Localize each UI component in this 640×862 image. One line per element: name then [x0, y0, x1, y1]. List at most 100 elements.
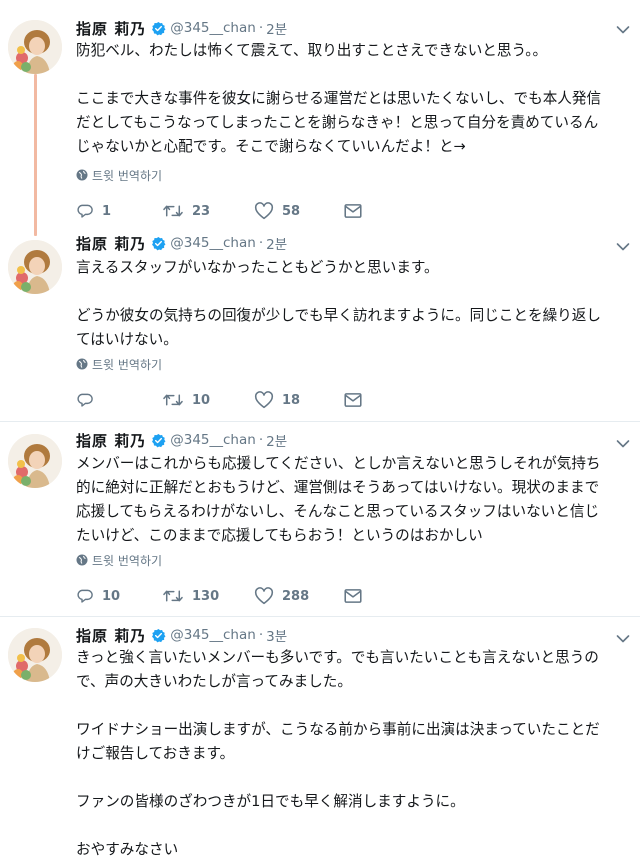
like-button[interactable]: 288 [254, 585, 309, 607]
like-button[interactable]: 58 [254, 200, 300, 222]
retweet-count: 10 [192, 392, 211, 408]
display-name[interactable]: 指原 莉乃 [76, 18, 146, 39]
handle[interactable]: @345__chan [170, 627, 256, 643]
globe-icon [76, 358, 88, 370]
tweet-text-line: 防犯ベル、わたしは怖くて震えて、取り出すことさえできないと思う。。 [76, 42, 548, 59]
avatar-image [8, 434, 62, 488]
timestamp[interactable]: 2분 [266, 430, 287, 450]
translate-label: 트윗 번역하기 [92, 357, 163, 372]
envelope-icon [344, 589, 362, 603]
avatar[interactable] [8, 628, 62, 682]
globe-icon [76, 169, 88, 181]
retweet-icon [163, 590, 183, 602]
tweet-text-line: きっと強く言いたいメンバーも多いです。でも言いたいことも言えないと思うの [76, 649, 599, 666]
chevron-down-icon[interactable] [616, 634, 630, 644]
chevron-down-icon[interactable] [616, 242, 630, 252]
translate-label: 트윗 번역하기 [92, 168, 163, 183]
like-button[interactable]: 18 [254, 389, 300, 411]
timestamp[interactable]: 2분 [266, 233, 287, 253]
retweet-count: 130 [192, 588, 220, 604]
tweet-text: きっと強く言いたいメンバーも多いです。でも言いたいことも言えないと思うの で、声… [76, 646, 636, 862]
separator-dot: · [258, 627, 264, 643]
tweet-actions: 10 130 288 [76, 585, 376, 607]
avatar-image [8, 20, 62, 74]
retweet-button[interactable]: 10 [162, 389, 210, 411]
verified-badge-icon [152, 236, 166, 250]
tweet[interactable]: 指原 莉乃 @345__chan · 2분 言えるスタッフがいなかったこともどう… [0, 232, 640, 428]
retweet-button[interactable]: 23 [162, 200, 210, 222]
retweet-icon [163, 394, 183, 406]
reply-icon [77, 204, 93, 218]
avatar[interactable] [8, 434, 62, 488]
chevron-down-icon[interactable] [616, 25, 630, 35]
tweet-text-line: メンバーはこれからも応援してください、としか言えないと思うしそれが気持ち [76, 455, 601, 472]
translate-tweet-link[interactable]: 트윗 번역하기 [76, 552, 162, 568]
translate-tweet-link[interactable]: 트윗 번역하기 [76, 167, 162, 183]
tweet-header: 指原 莉乃 @345__chan · 3분 [76, 624, 600, 646]
reply-icon [77, 393, 93, 407]
translate-tweet-link[interactable]: 트윗 번역하기 [76, 356, 162, 372]
tweet-header: 指原 莉乃 @345__chan · 2분 [76, 17, 600, 39]
display-name[interactable]: 指原 莉乃 [76, 233, 146, 254]
tweet[interactable]: 指原 莉乃 @345__chan · 2분 メンバーはこれからも応援してください… [0, 428, 640, 616]
avatar[interactable] [8, 240, 62, 294]
tweet-text: メンバーはこれからも応援してください、としか言えないと思うしそれが気持ち 的に絶… [76, 452, 636, 548]
reply-count: 1 [102, 203, 112, 219]
like-count: 18 [282, 392, 301, 408]
separator-dot: · [258, 20, 264, 36]
display-name[interactable]: 指原 莉乃 [76, 430, 146, 451]
tweet-actions: 1 23 58 [76, 200, 376, 222]
handle[interactable]: @345__chan [170, 432, 256, 448]
tweet-text-line: 言えるスタッフがいなかったこともどうかと思います。 [76, 259, 439, 276]
reply-button[interactable] [76, 389, 102, 411]
tweet-text-line: じゃないかと心配です。そこで謝らなくていいんだよ！と→ [76, 138, 466, 155]
chevron-down-icon[interactable] [616, 439, 630, 449]
heart-icon [254, 587, 274, 605]
tweet-text-line: ファンの皆様のざわつきが1日でも早く解消しますように。 [76, 793, 465, 810]
tweet-separator [0, 616, 640, 617]
handle[interactable]: @345__chan [170, 20, 256, 36]
separator-dot: · [258, 235, 264, 251]
avatar[interactable] [8, 20, 62, 74]
verified-badge-icon [152, 21, 166, 35]
tweet[interactable]: 指原 莉乃 @345__chan · 2분 防犯ベル、わたしは怖くて震えて、取り… [0, 0, 640, 232]
avatar-image [8, 240, 62, 294]
tweet-actions: 10 18 [76, 389, 376, 411]
timestamp[interactable]: 2분 [266, 18, 287, 38]
tweet-text-line: 的に絶対に正解だとおもうけど、運営側はそうあってはいけない。現状のままで [76, 479, 600, 496]
timeline: 指原 莉乃 @345__chan · 2분 防犯ベル、わたしは怖くて震えて、取り… [0, 0, 640, 858]
tweet-text-line: 応援してもらえるわけがないし、そんなこと思っているスタッフはいないと信じ [76, 503, 600, 520]
tweet-text-line: けご報告しておきます。 [76, 745, 235, 762]
reply-count: 10 [102, 588, 121, 604]
like-count: 58 [282, 203, 301, 219]
direct-message-button[interactable] [344, 585, 362, 607]
verified-badge-icon [152, 628, 166, 642]
direct-message-button[interactable] [344, 389, 362, 411]
heart-icon [254, 391, 274, 409]
tweet[interactable]: 指原 莉乃 @345__chan · 3분 きっと強く言いたいメンバーも多いです… [0, 620, 640, 858]
like-count: 288 [282, 588, 310, 604]
display-name[interactable]: 指原 莉乃 [76, 625, 146, 646]
timestamp[interactable]: 3분 [266, 625, 287, 645]
handle[interactable]: @345__chan [170, 235, 256, 251]
retweet-icon [163, 205, 183, 217]
envelope-icon [344, 393, 362, 407]
direct-message-button[interactable] [344, 200, 362, 222]
retweet-count: 23 [192, 203, 211, 219]
retweet-button[interactable]: 130 [162, 585, 219, 607]
reply-icon [77, 589, 93, 603]
reply-button[interactable]: 1 [76, 200, 111, 222]
tweet-text-line: ここまで大きな事件を彼女に謝らせる運営だとは思いたくないし、でも本人発信 [76, 90, 602, 107]
tweet-text-line: ワイドナショー出演しますが、こうなる前から事前に出演は決まっていたことだ [76, 721, 600, 738]
globe-icon [76, 554, 88, 566]
tweet-header: 指原 莉乃 @345__chan · 2분 [76, 429, 600, 451]
reply-button[interactable]: 10 [76, 585, 120, 607]
tweet-text-line: たいけど、このままで応援してもらおう！というのはおかしい [76, 527, 483, 544]
tweet-text: 防犯ベル、わたしは怖くて震えて、取り出すことさえできないと思う。。 ここまで大き… [76, 39, 636, 159]
tweet-text: 言えるスタッフがいなかったこともどうかと思います。 どうか彼女の気持ちの回復が少… [76, 256, 636, 352]
envelope-icon [344, 204, 362, 218]
